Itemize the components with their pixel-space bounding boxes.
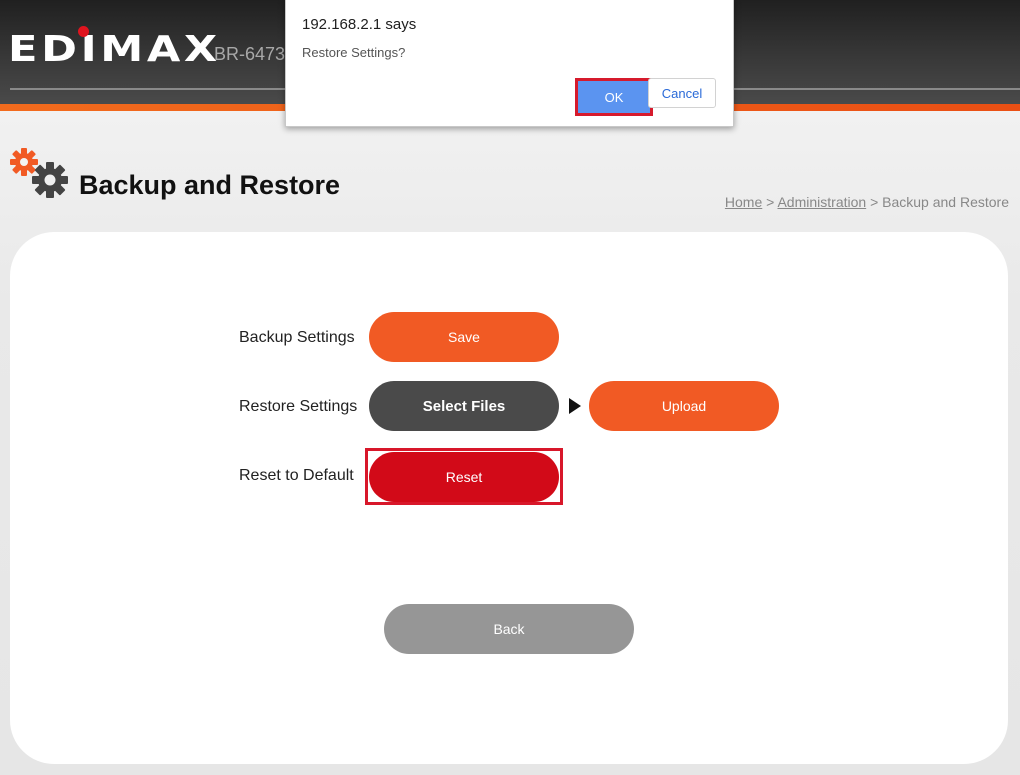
breadcrumb-current: Backup and Restore xyxy=(882,194,1009,210)
gear-icon xyxy=(32,162,68,198)
logo-dot xyxy=(78,26,89,37)
page-title: Backup and Restore xyxy=(79,170,341,200)
restore-settings-label: Restore Settings xyxy=(239,398,358,415)
model-name: BR-6473 xyxy=(214,44,286,64)
select-files-button[interactable]: Select Files xyxy=(369,381,559,431)
breadcrumb-home-link[interactable]: Home xyxy=(725,194,762,210)
confirm-dialog: 192.168.2.1 says Restore Settings? OK Ca… xyxy=(285,0,734,127)
play-arrow-icon xyxy=(569,398,581,414)
reset-button[interactable]: Reset xyxy=(369,452,559,502)
dialog-origin: 192.168.2.1 says xyxy=(302,16,417,33)
breadcrumb-separator: > xyxy=(870,194,879,210)
reset-to-default-label: Reset to Default xyxy=(239,467,354,484)
breadcrumb-separator: > xyxy=(766,194,775,210)
dialog-message: Restore Settings? xyxy=(302,45,406,60)
brand-logo: EDIMAX xyxy=(8,29,221,70)
save-button[interactable]: Save xyxy=(369,312,559,362)
cancel-button[interactable]: Cancel xyxy=(648,78,716,108)
ok-button[interactable]: OK xyxy=(575,78,653,116)
breadcrumb-administration-link[interactable]: Administration xyxy=(777,194,866,210)
breadcrumb: Home > Administration > Backup and Resto… xyxy=(725,194,1009,210)
backup-settings-label: Backup Settings xyxy=(239,329,355,346)
upload-button[interactable]: Upload xyxy=(589,381,779,431)
back-button[interactable]: Back xyxy=(384,604,634,654)
